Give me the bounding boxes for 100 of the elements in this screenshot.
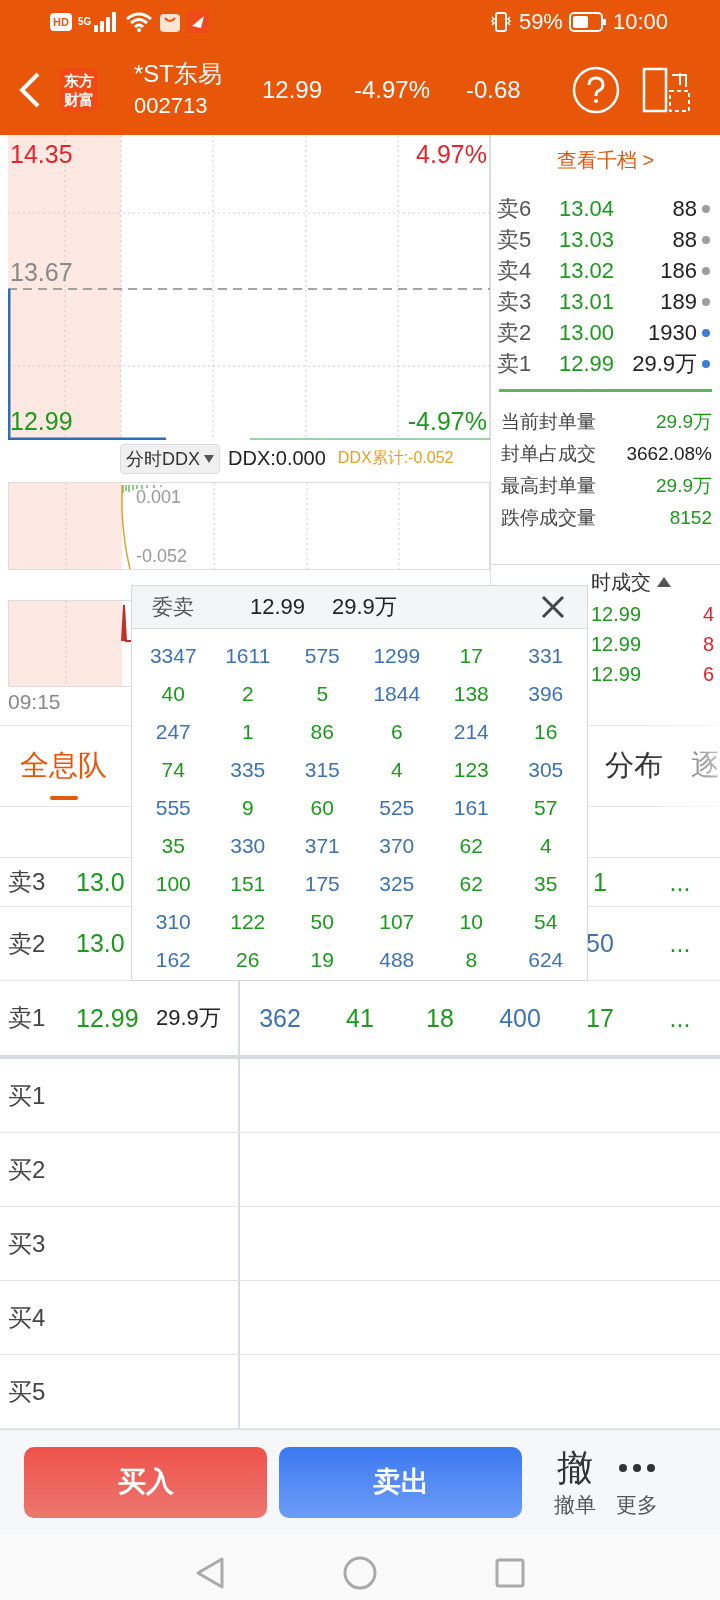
order-volume: 35	[534, 872, 558, 896]
ddx-value: DDX:0.000	[228, 447, 326, 470]
order-volume: 161	[453, 796, 489, 820]
cancel-order-button[interactable]: 撤 撤单	[554, 1445, 596, 1519]
ask-volume: 88	[671, 226, 697, 253]
order-volume: 122	[230, 910, 266, 934]
order-volume: 310	[155, 910, 191, 934]
vibrate-icon	[488, 11, 513, 33]
order-volume: 17	[586, 1003, 614, 1033]
stock-price: 12.99	[262, 75, 324, 104]
stock-name: *ST东易	[134, 58, 223, 89]
view-depth-link[interactable]: 查看千档 >	[491, 135, 720, 185]
order-volume: 325	[379, 872, 415, 896]
clock-time: 10:00	[612, 9, 668, 35]
stat-label: 跌停成交量	[501, 506, 596, 530]
order-volume: 60	[310, 796, 334, 820]
queue-level: 买5	[8, 1376, 47, 1407]
stat-label: 当前封单量	[501, 410, 596, 434]
popup-volume: 29.9万	[332, 593, 398, 621]
order-volume: 8	[465, 948, 478, 972]
order-volume: 35	[161, 834, 185, 858]
axis-label: -4.97%	[407, 406, 487, 436]
order-volume: 1	[241, 720, 254, 744]
order-volume: 370	[379, 834, 415, 858]
trade-price: 12.99	[591, 632, 642, 656]
home-icon[interactable]	[343, 1556, 377, 1590]
axis-label: 0.001	[136, 487, 182, 508]
close-icon[interactable]	[541, 595, 565, 619]
app-logo: 东方 财富	[60, 67, 98, 112]
queue-volume: 29.9万	[156, 1004, 221, 1032]
popup-title: 委卖	[152, 594, 195, 620]
indicator-dropdown[interactable]: 分时DDX	[120, 443, 220, 474]
order-volume: 400	[499, 1003, 541, 1033]
stat-label: 最高封单量	[501, 474, 596, 498]
trade-volume: 4	[702, 602, 714, 626]
order-volume: 362	[259, 1003, 301, 1033]
order-volume: 396	[528, 682, 564, 706]
order-volume: 50	[586, 929, 614, 958]
trade-price: 12.99	[591, 662, 642, 686]
order-volume: 330	[230, 834, 266, 858]
queue-level: 卖2	[8, 928, 47, 959]
queue-level: 卖1	[8, 1003, 47, 1033]
help-icon[interactable]	[572, 65, 620, 114]
order-volume: 371	[304, 834, 340, 858]
ask-volume: 1930	[647, 319, 697, 346]
order-volume: 488	[379, 948, 415, 972]
stat-value: 8152	[669, 507, 712, 529]
order-volume: 247	[155, 720, 191, 744]
ask-price: 13.03	[559, 226, 616, 253]
order-volume: 1611	[225, 644, 271, 668]
sell-button[interactable]: 卖出	[279, 1446, 522, 1518]
time-label: 09:15	[8, 690, 61, 714]
order-volume: 41	[346, 1003, 374, 1033]
order-volume: 26	[236, 948, 260, 972]
queue-level: 买3	[8, 1228, 47, 1259]
tab[interactable]: 分布	[605, 732, 663, 800]
more-icon	[618, 1463, 656, 1473]
column-header: 时成交	[591, 569, 651, 595]
trade-price: 12.99	[591, 602, 642, 626]
tab[interactable]: 逐	[691, 732, 720, 800]
change-amount: -0.68	[466, 75, 522, 104]
order-volume: 10	[459, 910, 483, 934]
order-volume: 123	[453, 758, 489, 782]
ddx-cumulative: DDX累计:-0.052	[337, 448, 454, 468]
queue-level: 卖3	[8, 867, 47, 897]
stat-label: 封单占成交	[501, 442, 596, 466]
order-volume: 555	[155, 796, 191, 820]
ask-volume: 88	[671, 195, 697, 222]
order-volume: 151	[230, 872, 266, 896]
queue-level: 买4	[8, 1302, 47, 1333]
order-volume: ...	[669, 867, 691, 897]
ask-level: 卖2	[497, 318, 533, 347]
app-notification-icon	[187, 11, 210, 33]
back-icon[interactable]	[195, 1556, 225, 1590]
wifi-icon	[125, 11, 154, 33]
order-volume: 5	[316, 682, 329, 706]
battery-icon	[568, 12, 607, 32]
order-volume: 74	[161, 758, 185, 782]
more-button[interactable]: 更多	[616, 1445, 658, 1519]
order-volume: 305	[528, 758, 564, 782]
order-volume: 62	[459, 834, 483, 858]
sort-up-icon[interactable]	[657, 577, 671, 587]
order-volume: 525	[379, 796, 415, 820]
order-volume: 6	[390, 720, 403, 744]
order-volume: 4	[390, 758, 403, 782]
queue-price: 13.0	[76, 929, 126, 958]
order-volume: 214	[453, 720, 489, 744]
axis-label: 4.97%	[416, 139, 487, 169]
trade-volume: 8	[702, 632, 714, 656]
ask-volume: 189	[659, 288, 697, 315]
order-volume: ...	[669, 929, 691, 958]
axis-label: -0.052	[136, 546, 188, 567]
tab[interactable]: 全息队	[20, 732, 107, 800]
order-volume: 624	[528, 948, 564, 972]
ask-level: 卖6	[497, 194, 533, 223]
order-volume: 18	[426, 1003, 454, 1033]
buy-button[interactable]: 买入	[24, 1446, 267, 1518]
recent-apps-icon[interactable]	[495, 1558, 525, 1588]
trade-volume: 6	[702, 662, 714, 686]
order-volume: 331	[528, 644, 564, 668]
